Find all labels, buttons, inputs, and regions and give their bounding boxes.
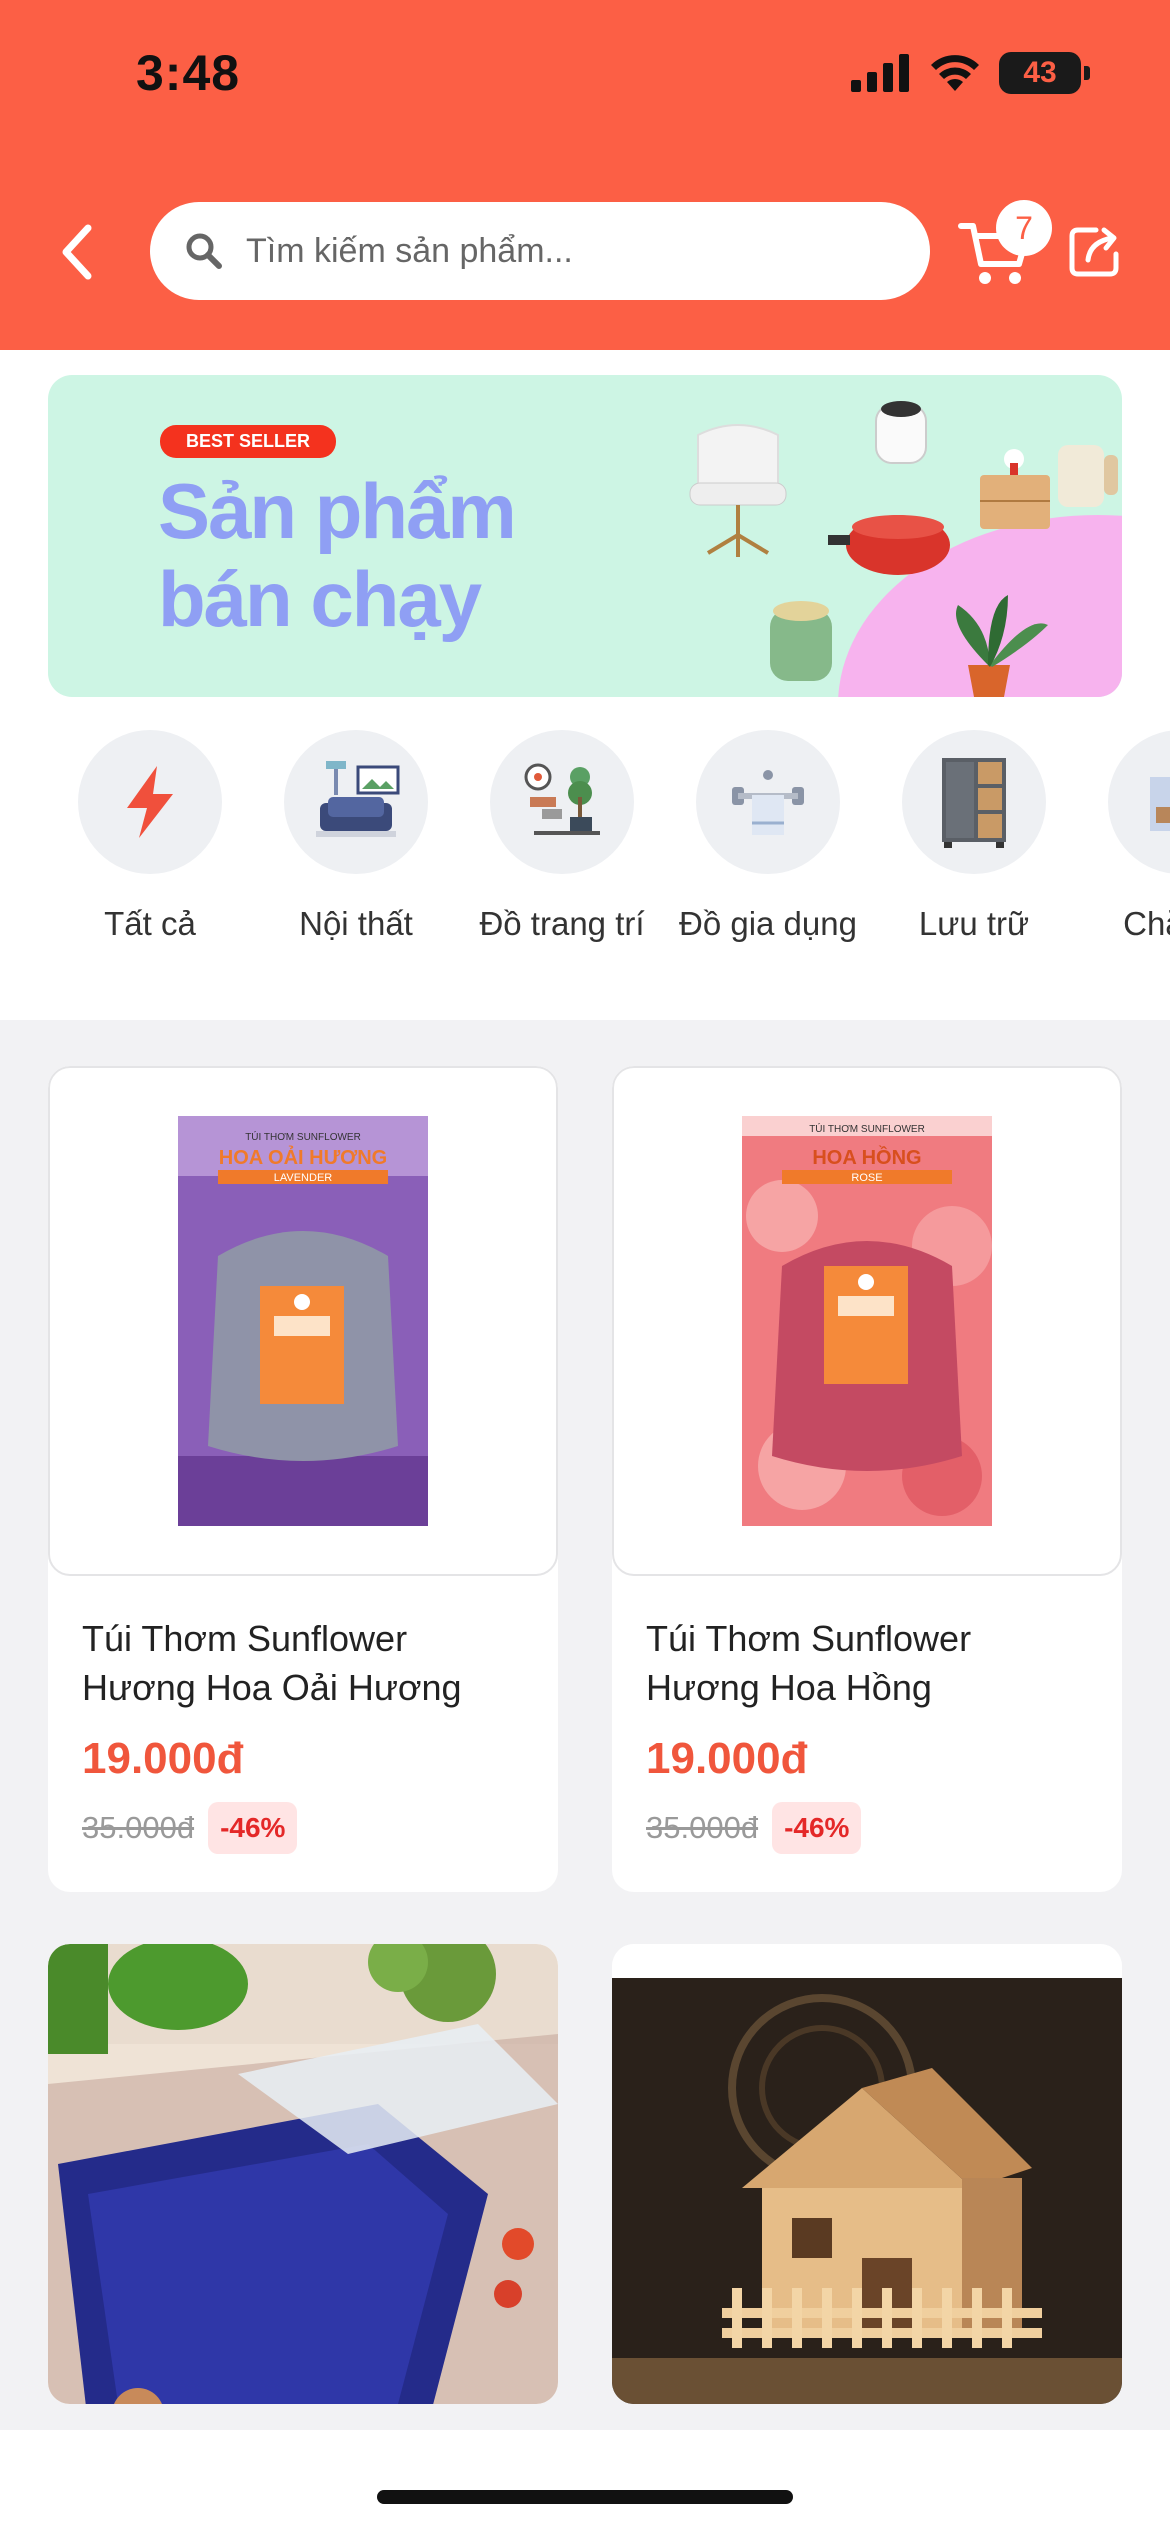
bedding-icon xyxy=(1150,777,1170,831)
wooden-house-image xyxy=(612,1978,1122,2404)
category-bedding[interactable]: Chă gối xyxy=(1108,730,1170,1020)
status-time: 3:48 xyxy=(136,45,241,101)
category-all-circle xyxy=(78,730,222,874)
discount-badge: -46% xyxy=(772,1802,862,1854)
product-image xyxy=(48,1944,558,2404)
sachet-label-text: HOA HỒNG xyxy=(812,1145,921,1169)
product-card[interactable] xyxy=(612,1944,1122,2404)
promo-banner[interactable]: BEST SELLER Sản phẩm bán chạy xyxy=(48,375,1122,697)
category-furniture[interactable]: Nội thất xyxy=(284,730,428,1020)
signal-icon xyxy=(851,54,909,92)
product-card[interactable]: TÚI THƠM SUNFLOWER HOA HỒNG ROSE Túi Thơ… xyxy=(612,1066,1122,1892)
discount-badge: -46% xyxy=(208,1802,298,1854)
sachet-brand-text: TÚI THƠM SUNFLOWER xyxy=(809,1122,925,1135)
app-header: 3:48 43 Tìm kiếm sản phẩm... 7 xyxy=(0,0,1170,350)
category-label: Chă gối xyxy=(1123,905,1170,942)
sofa-icon xyxy=(316,761,400,837)
lightning-icon xyxy=(127,766,173,838)
category-list: Tất cả Nội thất Đồ trang trí Đồ gia dụng… xyxy=(0,730,1170,1020)
chevron-left-icon xyxy=(62,224,92,280)
rose-sachet-image: TÚI THƠM SUNFLOWER HOA HỒNG ROSE xyxy=(742,1116,992,1526)
lunchbox-image xyxy=(48,1944,558,2404)
category-label: Đồ trang trí xyxy=(479,905,645,942)
share-button[interactable] xyxy=(1066,224,1122,280)
cart-count-badge: 7 xyxy=(996,200,1052,256)
banner-title: Sản phẩm bán chạy xyxy=(158,467,517,643)
banner-title-line2: bán chạy xyxy=(158,555,482,643)
product-info: Túi Thơm Sunflower Hương Hoa Hồng 19.000… xyxy=(612,1576,1122,1854)
decor-plant-icon xyxy=(524,763,600,835)
category-bedding-circle xyxy=(1108,730,1170,874)
product-old-price: 35.000đ xyxy=(82,1810,195,1845)
category-all[interactable]: Tất cả xyxy=(78,730,222,1020)
search-input[interactable] xyxy=(246,231,846,271)
product-grid: TÚI THƠM SUNFLOWER HOA OẢI HƯƠNG LAVENDE… xyxy=(48,1066,1122,2404)
battery-nub xyxy=(1084,66,1090,80)
home-bar-area xyxy=(0,2430,1170,2532)
product-name: Túi Thơm Sunflower Hương Hoa Oải Hương xyxy=(82,1618,462,1708)
product-info: Túi Thơm Sunflower Hương Hoa Oải Hương 1… xyxy=(48,1576,558,1854)
wardrobe-icon xyxy=(942,758,1006,848)
search-icon xyxy=(186,233,222,269)
battery-indicator: 43 xyxy=(999,52,1081,94)
product-card[interactable] xyxy=(48,1944,558,2404)
category-label: Nội thất xyxy=(299,905,413,942)
product-price-row: 35.000đ -46% xyxy=(646,1802,1088,1854)
wifi-icon xyxy=(931,55,979,91)
product-price: 19.000đ xyxy=(646,1734,808,1783)
product-price: 19.000đ xyxy=(82,1734,244,1783)
category-decor-circle xyxy=(490,730,634,874)
back-button[interactable] xyxy=(46,212,106,292)
sachet-brand-text: TÚI THƠM SUNFLOWER xyxy=(245,1130,361,1143)
lavender-sachet-image: TÚI THƠM SUNFLOWER HOA OẢI HƯƠNG LAVENDE… xyxy=(178,1116,428,1526)
battery-level: 43 xyxy=(1023,56,1057,89)
category-label: Đồ gia dụng xyxy=(679,905,857,942)
category-household[interactable]: Đồ gia dụng xyxy=(679,730,857,1020)
home-indicator[interactable] xyxy=(377,2490,793,2504)
banner-title-line1: Sản phẩm xyxy=(158,467,517,555)
share-icon xyxy=(1069,227,1119,277)
search-bar[interactable] xyxy=(150,202,930,300)
status-icons: 43 xyxy=(851,52,1090,94)
sachet-sub-text: LAVENDER xyxy=(274,1172,333,1184)
category-storage[interactable]: Lưu trữ xyxy=(902,730,1046,1020)
banner-badge: BEST SELLER xyxy=(160,425,337,458)
product-old-price: 35.000đ xyxy=(646,1810,759,1845)
category-decor[interactable]: Đồ trang trí xyxy=(479,730,645,1020)
product-price-row: 35.000đ -46% xyxy=(82,1802,524,1854)
category-storage-circle xyxy=(902,730,1046,874)
category-label: Tất cả xyxy=(104,905,196,942)
sachet-sub-text: ROSE xyxy=(851,1172,882,1184)
category-furniture-circle xyxy=(284,730,428,874)
product-image: TÚI THƠM SUNFLOWER HOA OẢI HƯƠNG LAVENDE… xyxy=(48,1066,558,1576)
product-name: Túi Thơm Sunflower Hương Hoa Hồng xyxy=(646,1618,972,1708)
category-label: Lưu trữ xyxy=(918,905,1030,942)
banner-illustration xyxy=(689,401,1122,697)
category-household-circle xyxy=(696,730,840,874)
product-card[interactable]: TÚI THƠM SUNFLOWER HOA OẢI HƯƠNG LAVENDE… xyxy=(48,1066,558,1892)
sachet-label-text: HOA OẢI HƯƠNG xyxy=(219,1146,387,1169)
product-image xyxy=(612,1944,1122,2404)
product-image: TÚI THƠM SUNFLOWER HOA HỒNG ROSE xyxy=(612,1066,1122,1576)
towel-rack-icon xyxy=(732,770,804,835)
